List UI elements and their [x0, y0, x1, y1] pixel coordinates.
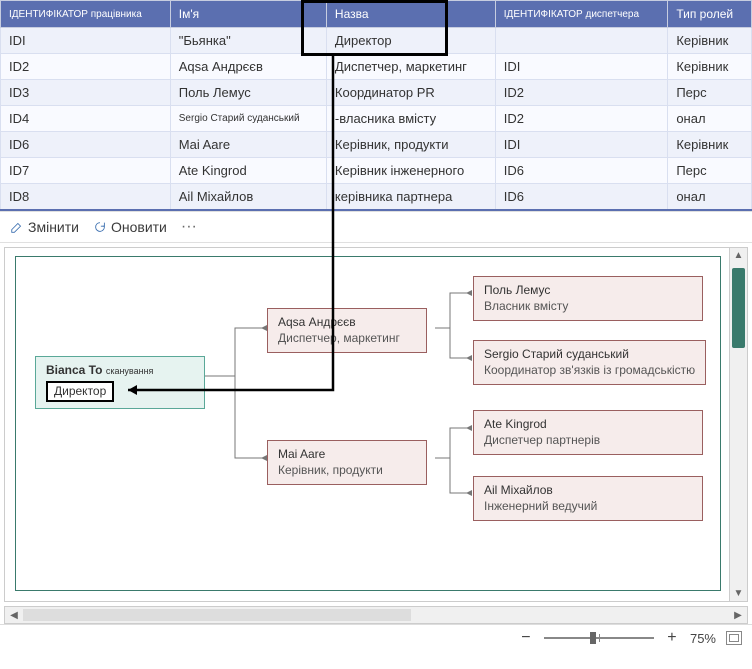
table-cell-role[interactable]: Перс	[668, 158, 752, 184]
org-l3-1-title: Координатор зв'язків із громадськістю	[484, 363, 695, 379]
table-cell-manager[interactable]	[495, 28, 668, 54]
org-l3-0-name: Поль Лемус	[484, 283, 692, 299]
table-cell-role[interactable]: Керівник	[668, 132, 752, 158]
col-header-role-type[interactable]: Тип ролей	[668, 1, 752, 28]
table-cell-name[interactable]: "Бьянка"	[170, 28, 326, 54]
hscroll-track[interactable]	[23, 607, 729, 623]
org-root-suffix: сканування	[106, 366, 154, 376]
zoom-value: 75%	[690, 631, 716, 646]
table-cell-manager[interactable]: IDI	[495, 54, 668, 80]
org-l3-3-title: Інженерний ведучий	[484, 499, 692, 515]
toolbar: Змінити Оновити ···	[0, 211, 752, 243]
table-cell-id[interactable]: ID6	[1, 132, 171, 158]
table-row[interactable]: ID7Ate KingrodКерівник інженерногоID6Пер…	[1, 158, 752, 184]
table-cell-title[interactable]: керівника партнера	[326, 184, 495, 211]
org-l3-2-name: Ate Kingrod	[484, 417, 692, 433]
table-cell-role[interactable]: онал	[668, 184, 752, 211]
table-cell-name[interactable]: Aqsa Андрєєв	[170, 54, 326, 80]
table-row[interactable]: ID2Aqsa АндрєєвДиспетчер, маркетингIDIКе…	[1, 54, 752, 80]
org-root-name: Bianca To	[46, 363, 102, 377]
table-cell-title[interactable]: Директор	[326, 28, 495, 54]
zoom-slider-tick	[599, 634, 600, 642]
org-l2-0-title: Диспетчер, маркетинг	[278, 331, 416, 347]
zoom-out-button[interactable]: −	[518, 629, 534, 647]
diagram-canvas[interactable]: Bianca To сканування Директор Aqsa Андрє…	[4, 247, 748, 602]
vscroll-thumb[interactable]	[732, 268, 745, 348]
data-table: ІДЕНТИФІКАТОР працівника Ім'я Назва ІДЕН…	[0, 0, 752, 211]
vertical-scrollbar[interactable]: ▲ ▼	[729, 248, 747, 601]
col-header-title[interactable]: Назва	[326, 1, 495, 28]
hscroll-thumb[interactable]	[23, 609, 411, 621]
zoom-in-button[interactable]: +	[664, 629, 680, 647]
scroll-right-arrow[interactable]: ▶	[729, 610, 747, 621]
org-l3-1-name: Sergio Старий суданський	[484, 347, 695, 363]
table-cell-role[interactable]: Керівник	[668, 28, 752, 54]
table-row[interactable]: ID3Поль ЛемусКоординатор PRID2Перс	[1, 80, 752, 106]
table-cell-id[interactable]: ID2	[1, 54, 171, 80]
table-cell-id[interactable]: IDI	[1, 28, 171, 54]
scroll-left-arrow[interactable]: ◀	[5, 610, 23, 621]
more-button[interactable]: ···	[181, 218, 197, 236]
table-cell-name[interactable]: Ate Kingrod	[170, 158, 326, 184]
org-l2-1-name: Mai Aare	[278, 447, 416, 463]
table-cell-title[interactable]: Координатор PR	[326, 80, 495, 106]
table-cell-name[interactable]: Ail Міхайлов	[170, 184, 326, 211]
org-node-l2-1[interactable]: Mai Aare Керівник, продукти	[267, 440, 427, 485]
table-cell-manager[interactable]: ID2	[495, 106, 668, 132]
org-node-l2-0[interactable]: Aqsa Андрєєв Диспетчер, маркетинг	[267, 308, 427, 353]
scroll-up-arrow[interactable]: ▲	[730, 250, 747, 261]
table-cell-name[interactable]: Mai Aare	[170, 132, 326, 158]
col-header-name[interactable]: Ім'я	[170, 1, 326, 28]
table-cell-id[interactable]: ID7	[1, 158, 171, 184]
org-node-l3-3[interactable]: Ail Міхайлов Інженерний ведучий	[473, 476, 703, 521]
table-cell-manager[interactable]: ID2	[495, 80, 668, 106]
edit-label: Змінити	[28, 219, 79, 235]
table-cell-role[interactable]: Керівник	[668, 54, 752, 80]
org-node-root[interactable]: Bianca To сканування Директор	[35, 356, 205, 409]
table-row[interactable]: ID4Sergio Старий суданський-власника вмі…	[1, 106, 752, 132]
org-node-l3-1[interactable]: Sergio Старий суданський Координатор зв'…	[473, 340, 706, 385]
table-row[interactable]: ID6Mai AareКерівник, продуктиIDIКерівник	[1, 132, 752, 158]
table-cell-manager[interactable]: IDI	[495, 132, 668, 158]
table-cell-name[interactable]: Поль Лемус	[170, 80, 326, 106]
col-header-employee-id[interactable]: ІДЕНТИФІКАТОР працівника	[1, 1, 171, 28]
table-cell-id[interactable]: ID4	[1, 106, 171, 132]
table-cell-title[interactable]: Диспетчер, маркетинг	[326, 54, 495, 80]
table-row[interactable]: IDI"Бьянка"Директор Керівник	[1, 28, 752, 54]
table-cell-role[interactable]: онал	[668, 106, 752, 132]
zoom-slider-handle[interactable]	[590, 632, 596, 644]
table-cell-name[interactable]: Sergio Старий суданський	[170, 106, 326, 132]
edit-button[interactable]: Змінити	[10, 219, 79, 235]
org-l3-2-title: Диспетчер партнерів	[484, 433, 692, 449]
status-bar: − + 75%	[0, 624, 752, 651]
refresh-label: Оновити	[111, 219, 167, 235]
table-cell-id[interactable]: ID8	[1, 184, 171, 211]
org-l2-0-name: Aqsa Андрєєв	[278, 315, 416, 331]
org-l2-1-title: Керівник, продукти	[278, 463, 416, 479]
zoom-slider[interactable]	[544, 631, 654, 645]
horizontal-scrollbar[interactable]: ◀ ▶	[4, 606, 748, 624]
table-cell-title[interactable]: Керівник інженерного	[326, 158, 495, 184]
table-cell-manager[interactable]: ID6	[495, 158, 668, 184]
table-cell-title[interactable]: Керівник, продукти	[326, 132, 495, 158]
org-l3-3-name: Ail Міхайлов	[484, 483, 692, 499]
col-header-manager-id[interactable]: ІДЕНТИФІКАТОР диспетчера	[495, 1, 668, 28]
fit-to-window-button[interactable]	[726, 631, 742, 645]
scroll-down-arrow[interactable]: ▼	[730, 588, 747, 599]
refresh-icon	[93, 220, 107, 234]
table-cell-title[interactable]: -власника вмісту	[326, 106, 495, 132]
table-cell-id[interactable]: ID3	[1, 80, 171, 106]
pencil-icon	[10, 220, 24, 234]
table-cell-role[interactable]: Перс	[668, 80, 752, 106]
org-root-title: Директор	[46, 381, 114, 403]
org-node-l3-2[interactable]: Ate Kingrod Диспетчер партнерів	[473, 410, 703, 455]
table-row[interactable]: ID8Ail Міхайловкерівника партнераID6онал	[1, 184, 752, 211]
org-l3-0-title: Власник вмісту	[484, 299, 692, 315]
table-cell-manager[interactable]: ID6	[495, 184, 668, 211]
refresh-button[interactable]: Оновити	[93, 219, 167, 235]
org-node-l3-0[interactable]: Поль Лемус Власник вмісту	[473, 276, 703, 321]
